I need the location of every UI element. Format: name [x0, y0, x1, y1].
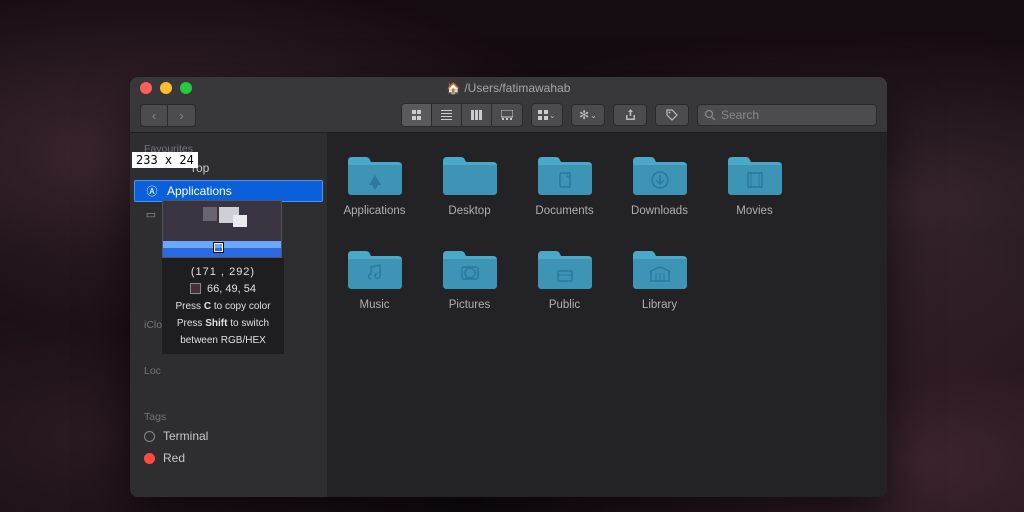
hint-switch: Press Shift to switch	[170, 316, 276, 331]
hint-mode: between RGB/HEX	[170, 333, 276, 348]
titlebar[interactable]: 🏠/Users/fatimawahab	[130, 77, 887, 98]
folder-label: Music	[359, 299, 389, 311]
tag-terminal[interactable]: Terminal	[130, 425, 327, 447]
folder-label: Pictures	[449, 299, 491, 311]
folder-label: Downloads	[631, 205, 688, 217]
folder-label: Library	[642, 299, 677, 311]
column-view-button[interactable]	[462, 104, 492, 126]
forward-button[interactable]: ›	[168, 104, 196, 127]
gallery-view-button[interactable]	[492, 104, 522, 126]
folder-label: Desktop	[448, 205, 490, 217]
coord-readout: (171 , 292)	[170, 264, 276, 281]
folder-applications[interactable]: Applications	[337, 151, 412, 217]
folder-icon	[629, 151, 691, 199]
folder-desktop[interactable]: Desktop	[432, 151, 507, 217]
folder-music[interactable]: Music	[337, 245, 412, 311]
search-icon	[704, 109, 716, 121]
folder-icon	[439, 151, 501, 199]
tag-red[interactable]: Red	[130, 447, 327, 469]
folder-downloads[interactable]: Downloads	[622, 151, 697, 217]
group-button[interactable]: ⌄	[532, 104, 562, 126]
folder-icon	[629, 245, 691, 293]
file-grid[interactable]: Applications Desktop Documents Downloads Mov…	[327, 133, 887, 497]
folder-label: Documents	[535, 205, 593, 217]
folder-documents[interactable]: Documents	[527, 151, 602, 217]
folder-label: Movies	[736, 205, 772, 217]
folder-public[interactable]: Public	[527, 245, 602, 311]
folder-icon	[724, 151, 786, 199]
home-icon: 🏠	[447, 83, 461, 95]
folder-icon	[439, 245, 501, 293]
color-picker-overlay: (171 , 292) 66, 49, 54 Press C to copy c…	[162, 200, 284, 354]
action-button[interactable]: ✻⌄	[571, 104, 605, 126]
tag-dot-icon	[144, 431, 155, 442]
folder-pictures[interactable]: Pictures	[432, 245, 507, 311]
zoom-button[interactable]	[180, 82, 192, 94]
view-switcher	[401, 103, 523, 127]
group-arrange: ⌄	[531, 103, 563, 127]
crosshair-icon	[214, 243, 223, 252]
locations-header: Loc	[130, 361, 327, 379]
picker-info: (171 , 292) 66, 49, 54 Press C to copy c…	[162, 258, 284, 354]
window-title: 🏠/Users/fatimawahab	[130, 81, 887, 95]
rgb-readout: 66, 49, 54	[170, 281, 276, 298]
folder-icon	[534, 151, 596, 199]
back-button[interactable]: ‹	[140, 104, 168, 127]
tag-dot-red-icon	[144, 453, 155, 464]
close-button[interactable]	[140, 82, 152, 94]
tags-header: Tags	[130, 407, 327, 425]
folder-label: Public	[549, 299, 580, 311]
folder-icon	[344, 151, 406, 199]
traffic-lights	[140, 82, 192, 94]
folder-icon	[534, 245, 596, 293]
share-button[interactable]	[613, 104, 647, 126]
folder-icon	[344, 245, 406, 293]
folder-library[interactable]: Library	[622, 245, 697, 311]
applications-icon: Ⓐ	[145, 183, 159, 199]
search-placeholder: Search	[721, 108, 759, 122]
toolbar: ‹ › ⌄ ✻⌄ Search	[130, 98, 887, 133]
size-overlay: 233 x 24	[132, 152, 198, 168]
desktop-icon: ▭	[144, 208, 158, 221]
magnifier	[162, 200, 282, 258]
list-view-button[interactable]	[432, 104, 462, 126]
sidebar-item-applications[interactable]: ⒶApplications	[134, 180, 323, 202]
tags-button[interactable]	[655, 104, 689, 126]
hint-copy: Press C to copy color	[170, 299, 276, 314]
search-field[interactable]: Search	[697, 104, 877, 126]
folder-movies[interactable]: Movies	[717, 151, 792, 217]
nav-group: ‹ ›	[140, 104, 196, 127]
minimize-button[interactable]	[160, 82, 172, 94]
folder-label: Applications	[343, 205, 405, 217]
icon-view-button[interactable]	[402, 104, 432, 126]
color-swatch	[190, 283, 201, 294]
